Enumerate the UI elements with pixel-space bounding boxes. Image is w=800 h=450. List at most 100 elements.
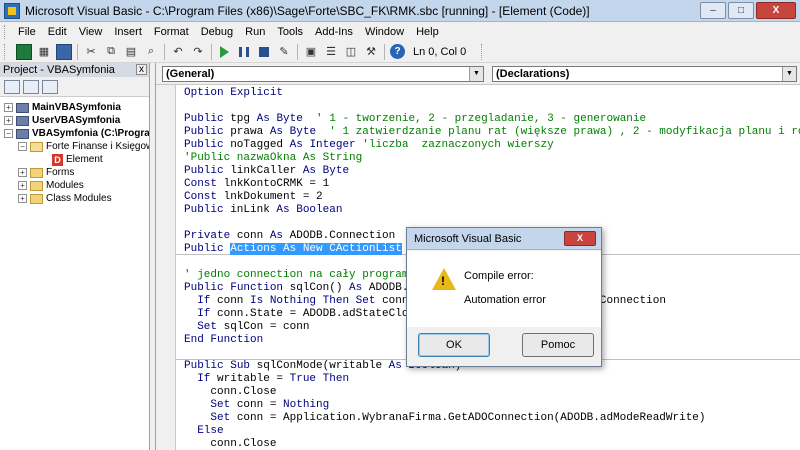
- design-mode-icon[interactable]: ✎: [276, 44, 292, 60]
- menu-add-ins[interactable]: Add-Ins: [309, 26, 359, 38]
- tree-item-label: Forte Finanse i Księgowo: [46, 141, 149, 152]
- code-line: Set conn = Nothing: [210, 399, 330, 411]
- window-title: Microsoft Visual Basic - C:\Program File…: [25, 3, 590, 18]
- toolbar-end-grip-icon: [476, 43, 483, 60]
- tree-item-label: UserVBASymfonia: [32, 115, 121, 126]
- compile-error-dialog: Microsoft Visual Basic X ! Compile error…: [406, 227, 602, 367]
- menu-run[interactable]: Run: [239, 26, 271, 38]
- procedure-combo-value: (Declarations): [496, 68, 570, 80]
- collapse-icon[interactable]: −: [18, 142, 27, 151]
- dialog-close-button[interactable]: X: [564, 231, 596, 246]
- insert-userform-icon[interactable]: ▦: [36, 44, 52, 60]
- properties-window-icon[interactable]: ☰: [323, 44, 339, 60]
- code-line: Public tpg As Byte ' 1 - tworzenie, 2 - …: [184, 113, 647, 125]
- tree-item-label: VBASymfonia (C:\Progra: [32, 128, 149, 139]
- close-window-button[interactable]: X: [756, 2, 796, 19]
- object-browser-icon[interactable]: ◫: [343, 44, 359, 60]
- collapse-icon[interactable]: −: [4, 129, 13, 138]
- reset-icon[interactable]: [259, 46, 269, 57]
- cut-icon[interactable]: ✂: [83, 44, 99, 60]
- code-line: Set conn = Application.WybranaFirma.GetA…: [210, 412, 706, 424]
- tree-item-uservbasymfonia[interactable]: + UserVBASymfonia: [0, 114, 149, 127]
- tree-item-vbasymfonia[interactable]: − VBASymfonia (C:\Progra: [0, 127, 149, 140]
- folder-icon: [30, 180, 43, 191]
- tree-item-class-modules-folder[interactable]: + Class Modules: [0, 192, 149, 205]
- tree-item-forms-folder[interactable]: + Forms: [0, 166, 149, 179]
- menu-insert[interactable]: Insert: [108, 26, 148, 38]
- paste-icon[interactable]: ▤: [123, 44, 139, 60]
- toggle-folders-icon[interactable]: [42, 79, 58, 94]
- procedure-combo[interactable]: (Declarations) ▼: [492, 66, 797, 82]
- toolbar-separator: [164, 43, 165, 60]
- tree-item-label: MainVBASymfonia: [32, 102, 121, 113]
- dialog-message-title: Compile error:: [464, 270, 534, 282]
- expand-icon[interactable]: +: [18, 181, 27, 190]
- menu-window[interactable]: Window: [359, 26, 410, 38]
- warning-icon-mark: !: [441, 274, 445, 288]
- code-line: Public noTagged As Integer 'liczba zazna…: [184, 139, 554, 151]
- copy-icon[interactable]: ⧉: [103, 44, 119, 60]
- view-excel-icon[interactable]: [16, 43, 32, 60]
- dialog-title-bar: Microsoft Visual Basic X: [407, 228, 601, 250]
- menu-view[interactable]: View: [73, 26, 109, 38]
- minimize-button[interactable]: –: [700, 2, 726, 19]
- chevron-down-icon[interactable]: ▼: [782, 67, 796, 81]
- code-line: conn.Close: [184, 386, 277, 398]
- redo-icon[interactable]: ↷: [190, 44, 206, 60]
- maximize-button[interactable]: □: [728, 2, 754, 19]
- tree-item-modules-folder[interactable]: + Modules: [0, 179, 149, 192]
- window-controls: – □ X: [698, 2, 796, 19]
- tree-item-element[interactable]: D Element: [0, 153, 149, 166]
- menu-debug[interactable]: Debug: [195, 26, 239, 38]
- menu-file[interactable]: File: [12, 26, 42, 38]
- view-code-icon[interactable]: [4, 79, 20, 94]
- expand-icon[interactable]: +: [4, 103, 13, 112]
- standard-toolbar: ▦ ✂ ⧉ ▤ ⌕ ↶ ↷ ✎ ▣ ☰ ◫ ⚒ ? Ln 0, Col 0: [0, 41, 800, 63]
- project-close-button[interactable]: x: [136, 64, 147, 75]
- save-icon[interactable]: [56, 43, 72, 60]
- menu-format[interactable]: Format: [148, 26, 195, 38]
- menu-help[interactable]: Help: [410, 26, 445, 38]
- code-line: Const lnkKontoCRMK = 1: [184, 178, 330, 190]
- code-line: Else: [197, 425, 224, 437]
- expand-icon[interactable]: +: [4, 116, 13, 125]
- undo-icon[interactable]: ↶: [170, 44, 186, 60]
- project-tree: + MainVBASymfonia + UserVBASymfonia − VB…: [0, 97, 149, 205]
- chevron-down-icon[interactable]: ▼: [469, 67, 483, 81]
- tree-item-forte-finanse-folder[interactable]: − Forte Finanse i Księgowo: [0, 140, 149, 153]
- object-combo-value: (General): [166, 68, 215, 80]
- toolbar-separator: [77, 43, 78, 60]
- view-object-icon[interactable]: [23, 79, 39, 94]
- break-icon[interactable]: [239, 46, 249, 57]
- toolbar-separator: [384, 43, 385, 60]
- dialog-message-detail: Automation error: [464, 294, 546, 306]
- tree-item-label: Class Modules: [46, 193, 112, 204]
- toolbox-icon[interactable]: ⚒: [363, 44, 379, 60]
- project-explorer-icon[interactable]: ▣: [303, 44, 319, 60]
- toolbar-grip-icon: [4, 43, 12, 60]
- document-module-icon: D: [52, 153, 63, 166]
- run-icon[interactable]: [220, 45, 229, 58]
- help-icon[interactable]: ?: [390, 44, 405, 59]
- tree-item-mainvbasymfonia[interactable]: + MainVBASymfonia: [0, 101, 149, 114]
- expand-icon[interactable]: +: [18, 194, 27, 203]
- vba-app-icon: [4, 2, 20, 19]
- menu-bar: File Edit View Insert Format Debug Run T…: [0, 22, 800, 41]
- project-explorer-toolbar: [0, 77, 149, 97]
- menu-tools[interactable]: Tools: [271, 26, 309, 38]
- code-line: Public linkCaller As Byte: [184, 165, 350, 177]
- code-margin: [156, 85, 176, 450]
- menu-edit[interactable]: Edit: [42, 26, 73, 38]
- code-line: Const lnkDokument = 2: [184, 191, 323, 203]
- object-combo[interactable]: (General) ▼: [162, 66, 484, 82]
- tree-item-label: Element: [66, 153, 103, 166]
- cursor-position: Ln 0, Col 0: [413, 45, 467, 58]
- tree-item-label: Modules: [46, 180, 84, 191]
- help-button[interactable]: Pomoc: [522, 333, 594, 357]
- folder-icon: [30, 193, 43, 204]
- ok-button[interactable]: OK: [418, 333, 490, 357]
- expand-icon[interactable]: +: [18, 168, 27, 177]
- find-icon[interactable]: ⌕: [143, 44, 159, 60]
- code-combos: (General) ▼ (Declarations) ▼: [156, 63, 800, 85]
